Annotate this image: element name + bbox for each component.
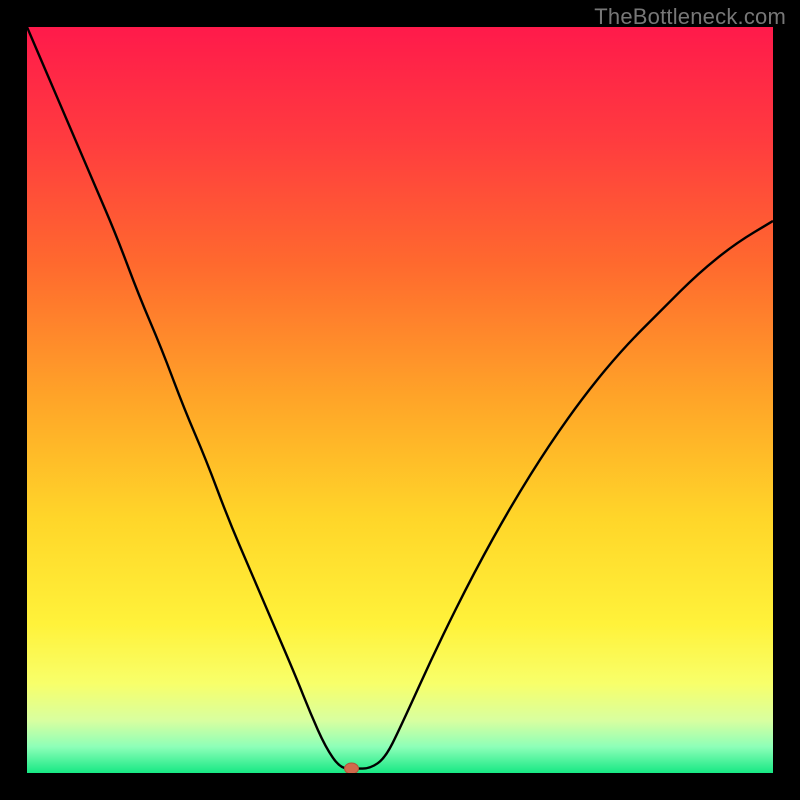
optimal-point-marker [345,763,359,773]
chart-frame: TheBottleneck.com [0,0,800,800]
gradient-background [27,27,773,773]
plot-area [27,27,773,773]
bottleneck-chart [27,27,773,773]
